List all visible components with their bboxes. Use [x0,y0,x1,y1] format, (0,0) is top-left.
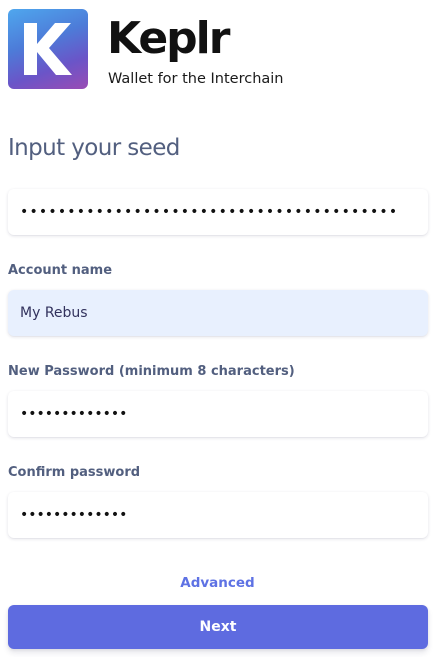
logo-k-icon [24,23,72,75]
account-name-label: Account name [8,263,113,278]
account-name-value: My Rebus [20,305,88,321]
new-password-input[interactable]: ••••••••••••• [8,391,428,437]
brand-name: Keplr [107,13,230,64]
confirm-password-value: ••••••••••••• [20,507,128,523]
seed-value: •••••••••••••••••••••••••••••••••••••••• [20,204,399,220]
next-button[interactable]: Next [8,605,428,649]
new-password-value: ••••••••••••• [20,406,128,422]
brand-tagline: Wallet for the Interchain [108,71,284,87]
page-title: Input your seed [8,135,180,161]
new-password-label: New Password (minimum 8 characters) [8,364,295,379]
account-name-input[interactable]: My Rebus [8,290,428,336]
keplr-logo [8,9,88,89]
confirm-password-label: Confirm password [8,465,141,480]
seed-input[interactable]: •••••••••••••••••••••••••••••••••••••••• [8,189,428,235]
confirm-password-input[interactable]: ••••••••••••• [8,492,428,538]
advanced-link[interactable]: Advanced [0,573,435,593]
